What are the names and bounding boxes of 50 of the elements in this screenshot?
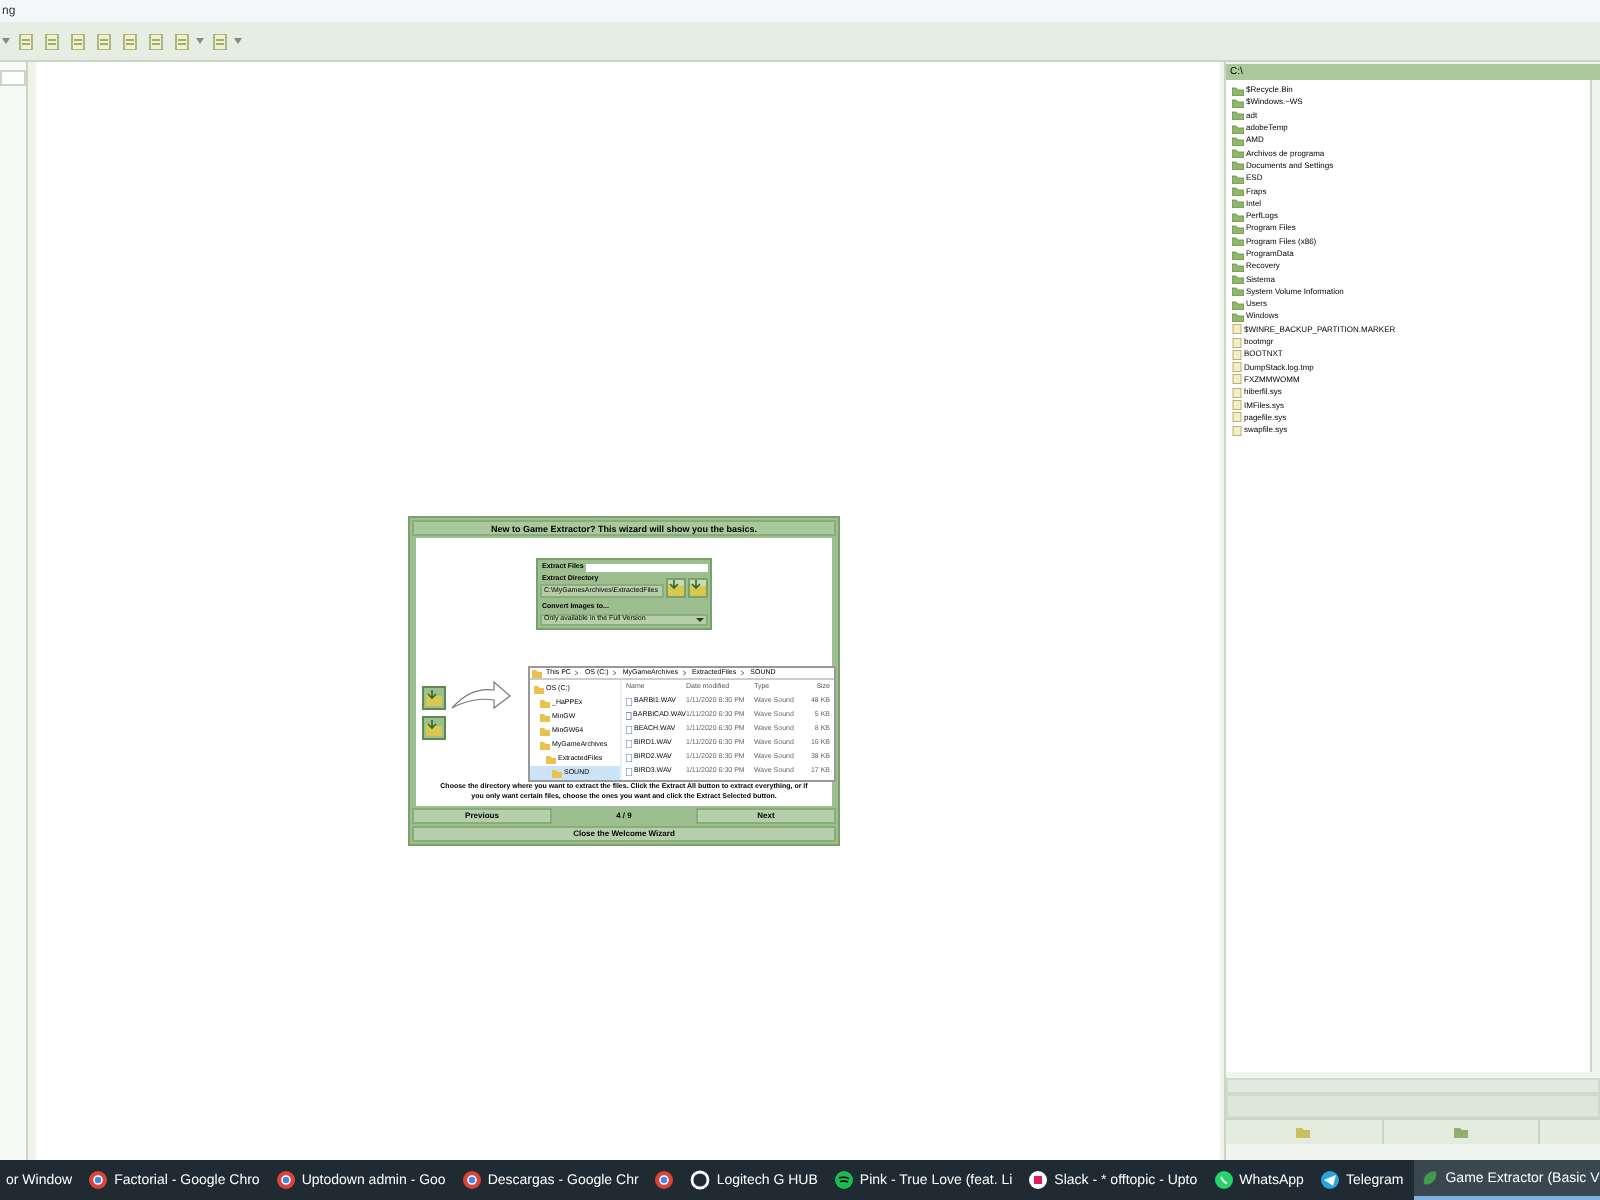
document-icon	[147, 33, 163, 49]
document-icon	[121, 33, 137, 49]
chevron-icon	[574, 670, 581, 676]
caret-icon	[234, 38, 242, 44]
caret-icon	[196, 38, 204, 44]
document-icon	[211, 33, 227, 49]
folder-icon	[1453, 1126, 1468, 1138]
folder-icon	[426, 690, 442, 706]
document-icon	[95, 33, 111, 49]
toolbar-button[interactable]	[14, 30, 36, 52]
folder-icon	[690, 580, 706, 596]
chevron-icon	[740, 670, 747, 676]
paper-plane-icon	[1319, 1170, 1340, 1190]
toolbar-button[interactable]	[118, 30, 140, 52]
option-field[interactable]	[1226, 1078, 1600, 1094]
extract-button[interactable]	[666, 578, 686, 598]
document-icon	[69, 33, 85, 49]
ring-icon	[690, 1170, 711, 1190]
arrow-drawing	[450, 676, 512, 712]
extract-button[interactable]	[422, 716, 446, 740]
toolbar-button[interactable]	[40, 30, 62, 52]
option-field[interactable]	[1226, 1094, 1600, 1118]
leaf-icon	[1419, 1168, 1440, 1188]
folder-icon	[1296, 1126, 1311, 1138]
browser-icon	[275, 1170, 296, 1190]
toolbar-button[interactable]	[208, 30, 230, 52]
browser-icon	[461, 1170, 482, 1190]
extract-button[interactable]	[688, 578, 708, 598]
dropdown[interactable]	[0, 70, 26, 86]
extract-button[interactable]	[422, 686, 446, 710]
toolbar-button[interactable]	[144, 30, 166, 52]
toolbar-button[interactable]	[66, 30, 88, 52]
extract-all-button[interactable]	[1383, 1120, 1540, 1144]
toolbar-button[interactable]	[92, 30, 114, 52]
title-field	[585, 563, 708, 571]
chevron-icon	[612, 670, 619, 676]
folder-icon	[426, 720, 442, 736]
document-icon	[17, 33, 33, 49]
document-icon	[173, 33, 189, 49]
document-icon	[43, 33, 59, 49]
browser-icon	[654, 1170, 675, 1190]
chat-icon	[1028, 1170, 1049, 1190]
folder-icon	[668, 580, 684, 596]
music-icon	[833, 1170, 854, 1190]
phone-icon	[1213, 1170, 1234, 1190]
chevron-icon	[681, 670, 688, 676]
caret-icon	[696, 618, 704, 622]
caret-icon	[2, 38, 10, 44]
toolbar-button[interactable]	[170, 30, 192, 52]
browser-icon	[88, 1170, 109, 1190]
